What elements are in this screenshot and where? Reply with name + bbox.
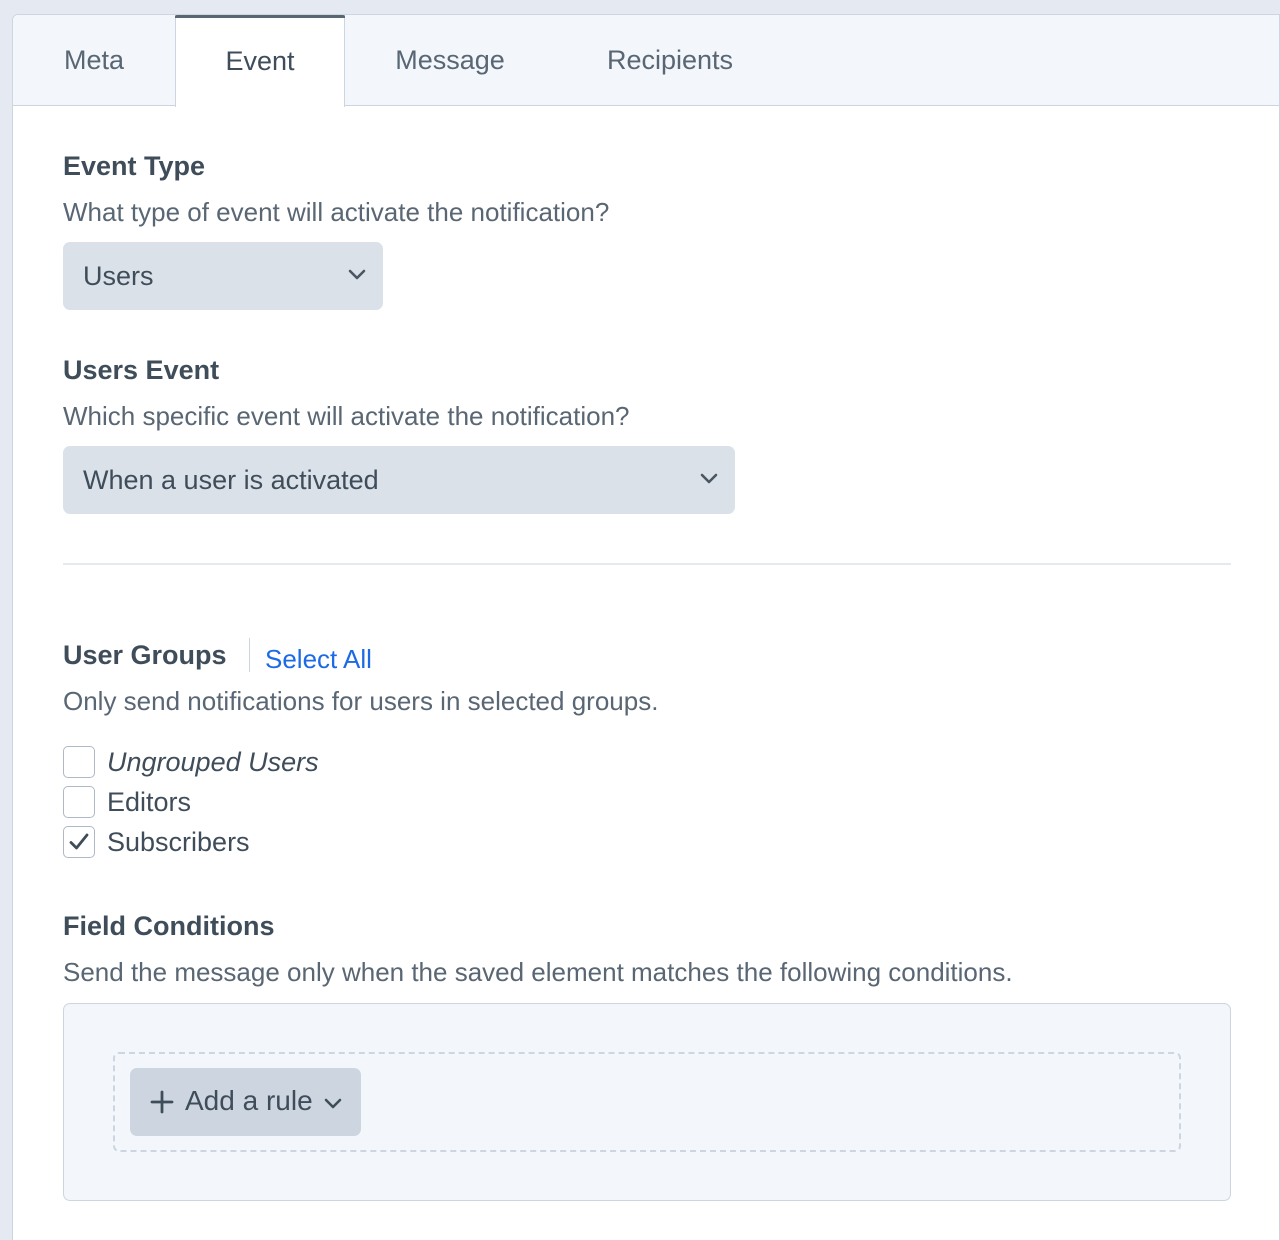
checkbox-subscribers[interactable] bbox=[63, 826, 95, 858]
event-type-select[interactable]: Users bbox=[63, 242, 383, 310]
event-type-select-value: Users bbox=[83, 260, 154, 291]
select-all-link[interactable]: Select All bbox=[265, 644, 372, 675]
tab-message[interactable]: Message bbox=[345, 15, 555, 106]
add-rule-label: Add a rule bbox=[185, 1085, 313, 1116]
field-conditions-heading: Field Conditions bbox=[63, 911, 275, 941]
condition-rules-area: Add a rule bbox=[113, 1052, 1181, 1152]
checkbox-label-editors[interactable]: Editors bbox=[107, 787, 191, 818]
checkbox-row-editors[interactable]: Editors bbox=[63, 785, 191, 819]
user-groups-heading: User Groups bbox=[63, 640, 227, 670]
chevron-down-icon bbox=[324, 1098, 342, 1109]
field-conditions-instructions: Send the message only when the saved ele… bbox=[63, 957, 1013, 987]
checkbox-row-ungrouped-users[interactable]: Ungrouped Users bbox=[63, 745, 319, 779]
notification-editor-panel: Meta Event Message Recipients Event Type… bbox=[12, 14, 1280, 1240]
users-event-select[interactable]: When a user is activated bbox=[63, 446, 735, 514]
tab-event[interactable]: Event bbox=[175, 15, 345, 107]
event-type-heading: Event Type bbox=[63, 151, 206, 181]
add-rule-button[interactable]: Add a rule bbox=[130, 1068, 361, 1136]
event-type-instructions: What type of event will activate the not… bbox=[63, 197, 610, 227]
users-event-select-value: When a user is activated bbox=[83, 464, 379, 495]
checkbox-ungrouped-users[interactable] bbox=[63, 746, 95, 778]
chevron-down-icon bbox=[348, 269, 366, 280]
checkbox-label-ungrouped-users[interactable]: Ungrouped Users bbox=[107, 747, 319, 778]
tab-bar: Meta Event Message Recipients bbox=[13, 15, 1279, 107]
user-groups-instructions: Only send notifications for users in sel… bbox=[63, 686, 659, 716]
tab-recipients[interactable]: Recipients bbox=[575, 15, 765, 106]
plus-icon bbox=[150, 1090, 174, 1114]
section-divider bbox=[63, 563, 1231, 565]
condition-builder: Add a rule bbox=[63, 1003, 1231, 1201]
checkbox-editors[interactable] bbox=[63, 786, 95, 818]
tab-meta[interactable]: Meta bbox=[13, 15, 175, 106]
users-event-instructions: Which specific event will activate the n… bbox=[63, 401, 630, 431]
users-event-heading: Users Event bbox=[63, 355, 220, 385]
heading-separator bbox=[249, 638, 250, 672]
checkbox-label-subscribers[interactable]: Subscribers bbox=[107, 827, 250, 858]
chevron-down-icon bbox=[700, 473, 718, 484]
checkmark-icon bbox=[69, 833, 89, 850]
checkbox-row-subscribers[interactable]: Subscribers bbox=[63, 825, 250, 859]
